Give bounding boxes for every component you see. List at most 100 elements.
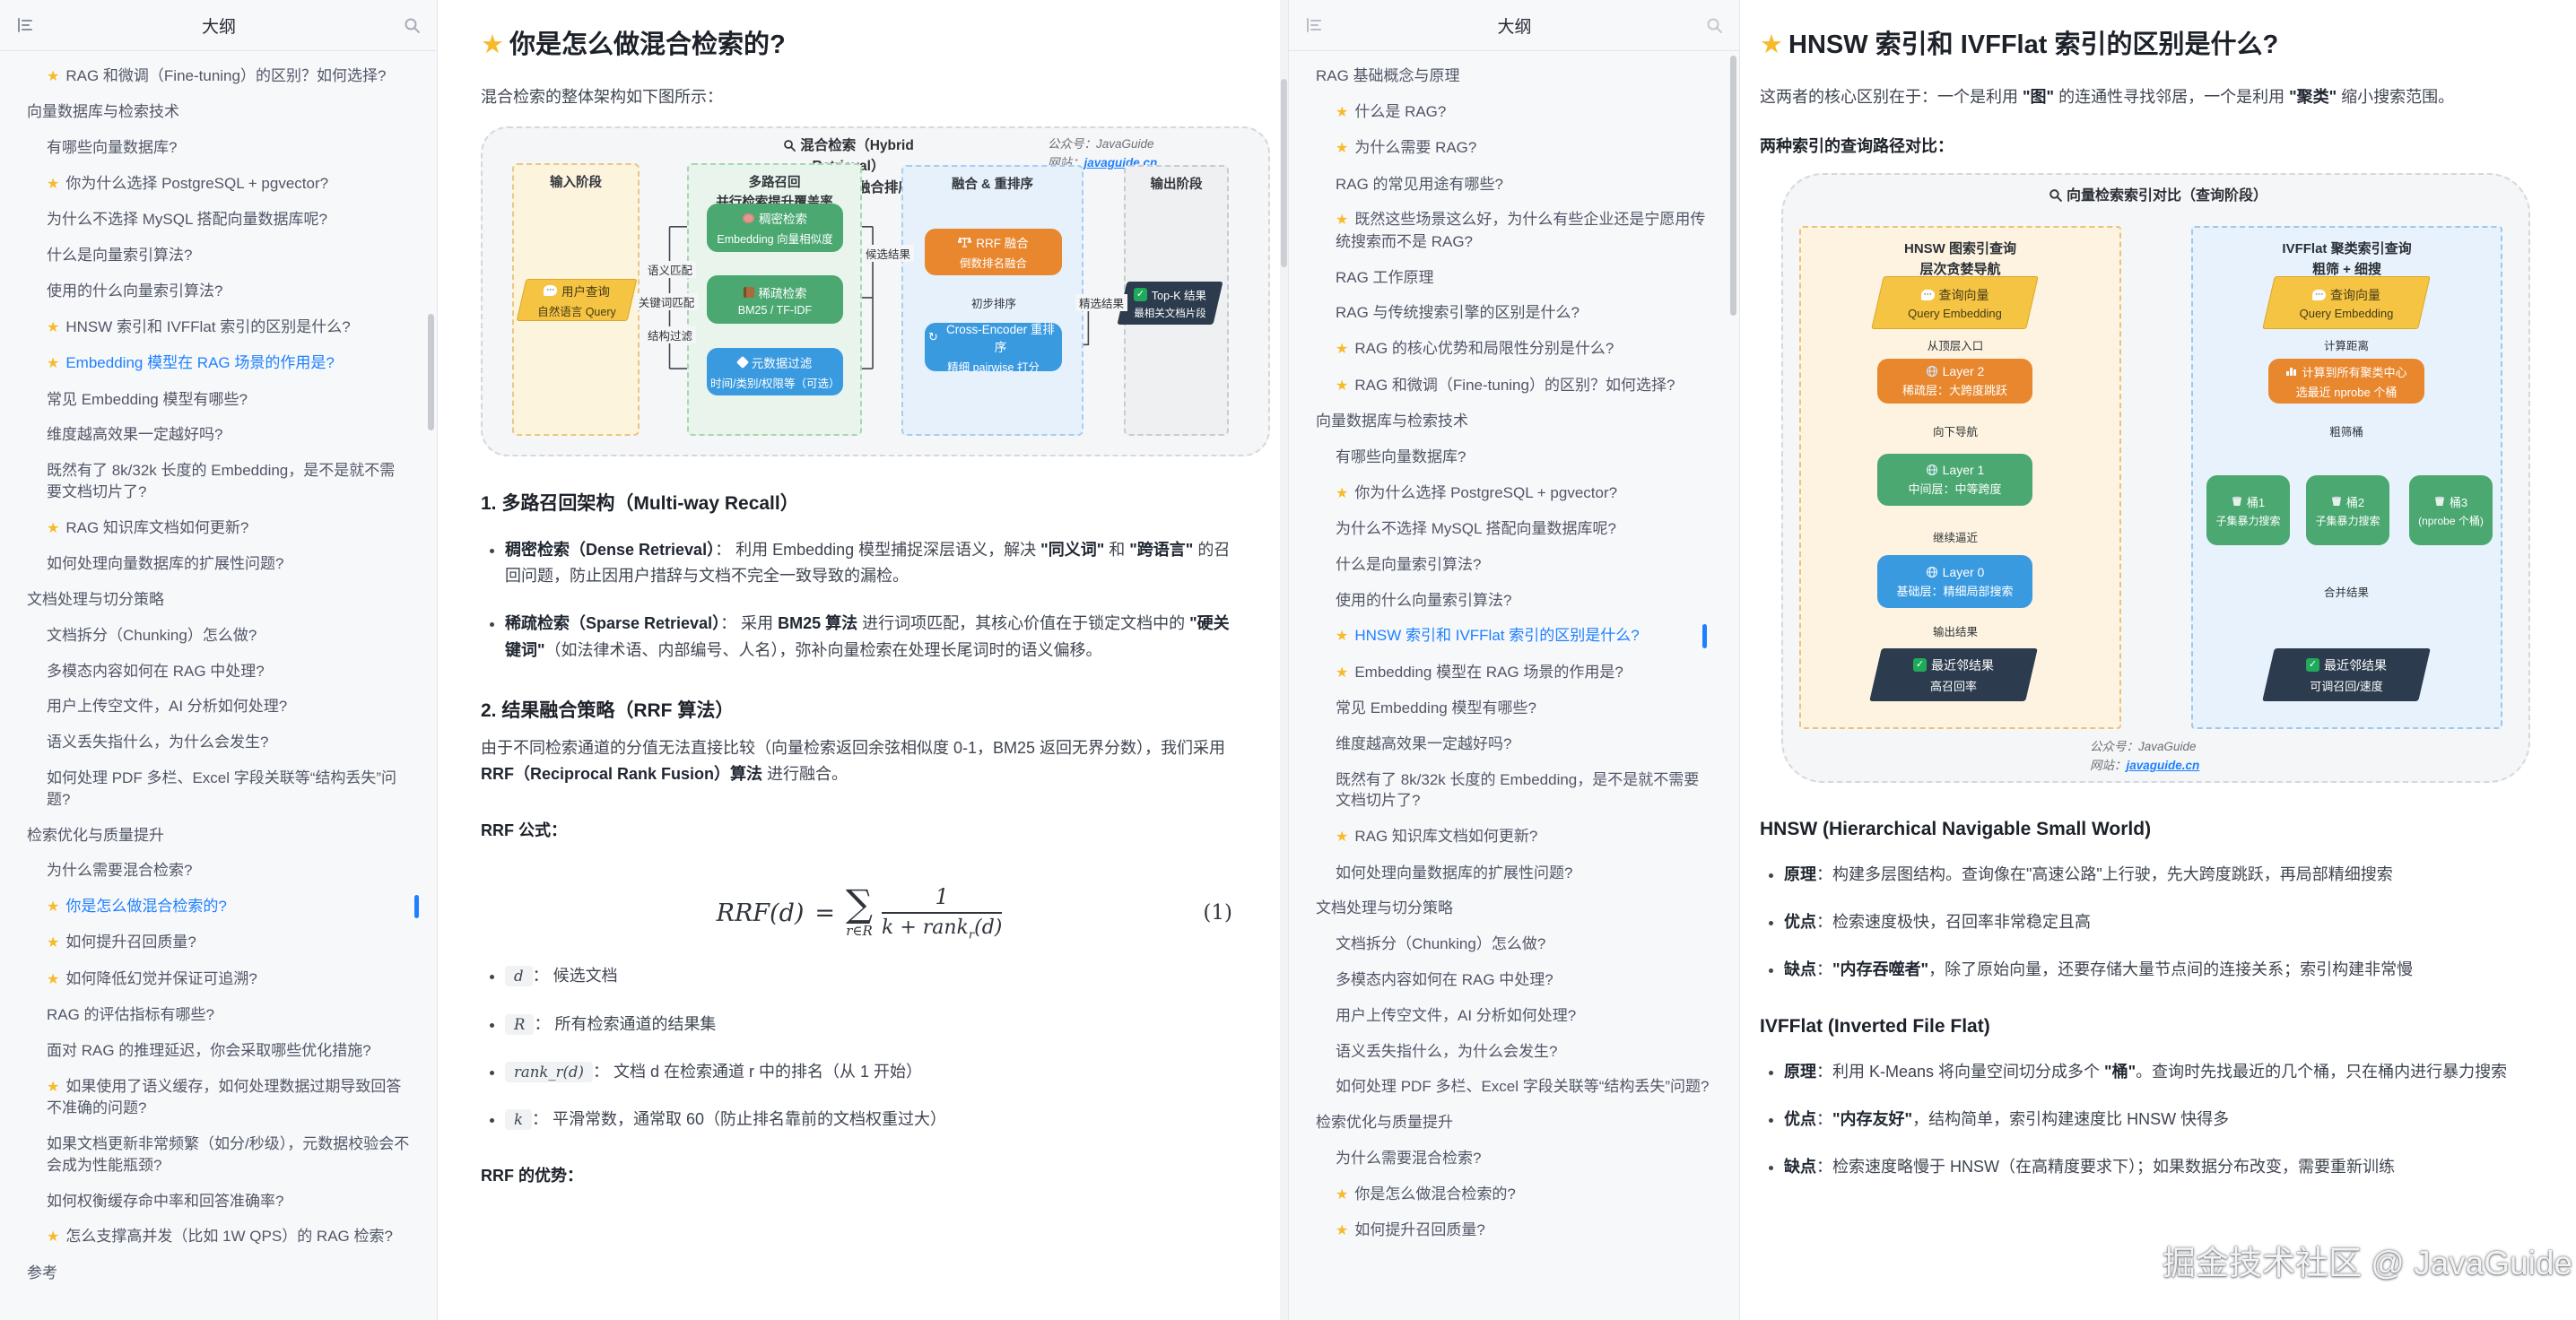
scrollbar-track[interactable] [1280,0,1288,1320]
outline-item[interactable]: RAG 与传统搜索引擎的区别是什么? [1289,295,1739,331]
outline-item[interactable]: RAG 的常见用途有哪些? [1289,167,1739,203]
outline-item[interactable]: ★RAG 的核心优势和局限性分别是什么? [1289,331,1739,367]
outline-item[interactable]: RAG 工作原理 [1289,260,1739,296]
outline-item[interactable]: ★什么是 RAG? [1289,94,1739,130]
outline-item[interactable]: 文档拆分（Chunking）怎么做? [0,618,437,654]
star-icon: ★ [1336,1187,1348,1203]
outline-item[interactable]: ★如何提升召回质量? [1289,1212,1739,1248]
outline-item-label: 为什么不选择 MySQL 搭配向量数据库呢? [47,211,327,228]
star-icon: ★ [47,177,59,192]
outline-item-label: 如何处理 PDF 多栏、Excel 字段关联等“结构丢失”问题? [1336,1078,1710,1095]
outline-item[interactable]: 如果文档更新非常频繁（如分/秒级），元数据校验会不会成为性能瓶颈? [0,1126,437,1184]
star-icon: ★ [47,935,59,951]
outline-item[interactable]: 既然有了 8k/32k 长度的 Embedding，是不是就不需要文档切片了? [0,453,437,510]
outline-item[interactable]: 向量数据库与检索技术 [0,94,437,130]
outline-item[interactable]: 使用的什么向量索引算法? [1289,583,1739,619]
list-item: 优点：检索速度极快，召回率非常稳定且高 [1784,909,2540,935]
outline-item[interactable]: 维度越高效果一定越好吗? [1289,726,1739,762]
node-hnsw-query: ⋯查询向量 Query Embedding [1877,276,2032,329]
outline-item[interactable]: 向量数据库与检索技术 [1289,404,1739,439]
outline-item-label: RAG 与传统搜索引擎的区别是什么? [1336,304,1580,321]
outline-item[interactable]: ★ 你为什么选择 PostgreSQL + pgvector? [0,166,437,202]
outline-item[interactable]: ★你为什么选择 PostgreSQL + pgvector? [1289,475,1739,511]
outline-item[interactable]: 文档处理与切分策略 [1289,890,1739,926]
scrollbar-thumb[interactable] [1730,56,1736,316]
recall-list: 稠密检索（Dense Retrieval）： 利用 Embedding 模型捕捉… [481,537,1238,664]
outline-icon[interactable] [16,17,34,33]
outline-item[interactable]: 维度越高效果一定越好吗? [0,417,437,453]
heading-hnsw: HNSW (Hierarchical Navigable Small World… [1760,819,2540,840]
chat-icon: ⋯ [544,285,557,296]
search-icon[interactable] [1706,17,1723,34]
outline-item[interactable]: 为什么不选择 MySQL 搭配向量数据库呢? [0,202,437,238]
node-bucket-2: 桶2 子集暴力搜索 [2306,475,2389,545]
outline-item[interactable]: 如何处理 PDF 多栏、Excel 字段关联等“结构丢失”问题? [0,760,437,818]
outline-item[interactable]: 为什么不选择 MySQL 搭配向量数据库呢? [1289,511,1739,547]
outline-item-label: 你为什么选择 PostgreSQL + pgvector? [65,175,328,192]
scrollbar-thumb[interactable] [428,314,434,430]
node-bucket-1: 桶1 子集暴力搜索 [2206,475,2290,545]
outline-item[interactable]: ★Embedding 模型在 RAG 场景的作用是? [1289,655,1739,690]
outline-item[interactable]: ★RAG 知识库文档如何更新? [0,510,437,546]
ledger-icon [744,287,754,298]
outline-item[interactable]: ★你是怎么做混合检索的? [0,889,437,925]
outline-item[interactable]: 常见 Embedding 模型有哪些? [0,382,437,418]
outline-item[interactable]: 使用的什么向量索引算法? [0,274,437,309]
outline-item[interactable]: 如何处理 PDF 多栏、Excel 字段关联等“结构丢失”问题? [1289,1069,1739,1105]
outline-item[interactable]: 什么是向量索引算法? [1289,547,1739,583]
outline-item[interactable]: ★怎么支撑高并发（比如 1W QPS）的 RAG 检索? [0,1219,437,1255]
outline-item[interactable]: 语义丢失指什么，为什么会发生? [0,725,437,760]
outline-item[interactable]: ★RAG 知识库文档如何更新? [1289,819,1739,855]
outline-item[interactable]: 既然有了 8k/32k 长度的 Embedding，是不是就不需要文档切片了? [1289,762,1739,820]
outline-icon[interactable] [1305,17,1323,33]
outline-item[interactable]: ★既然这些场景这么好，为什么有些企业还是宁愿用传统搜索而不是 RAG? [1289,202,1739,259]
outline-item[interactable]: 文档拆分（Chunking）怎么做? [1289,926,1739,962]
outline-item[interactable]: 为什么需要混合检索? [1289,1141,1739,1177]
outline-item-label: 检索优化与质量提升 [27,827,164,844]
outline-item[interactable]: 如何处理向量数据库的扩展性问题? [0,546,437,582]
outline-item[interactable]: ★如何降低幻觉并保证可追溯? [0,961,437,997]
list-item: k： 平滑常数，通常取 60（防止排名靠前的文档权重过大） [505,1107,1238,1133]
outline-item[interactable]: 有哪些向量数据库? [1289,439,1739,475]
outline-item[interactable]: 用户上传空文件，AI 分析如何处理? [0,689,437,725]
outline-item[interactable]: 如何权衡缓存命中率和回答准确率? [0,1184,437,1220]
outline-item-label: 既然有了 8k/32k 长度的 Embedding，是不是就不需要文档切片了? [1336,771,1699,810]
outline-item[interactable]: 多模态内容如何在 RAG 中处理? [1289,962,1739,998]
edge-label-coarse: 粗筛桶 [2326,422,2367,439]
outline-item[interactable]: 多模态内容如何在 RAG 中处理? [0,654,437,690]
outline-item[interactable]: 检索优化与质量提升 [0,818,437,854]
outline-item[interactable]: 什么是向量索引算法? [0,238,437,274]
outline-item[interactable]: RAG 的评估指标有哪些? [0,997,437,1033]
outline-item-label: 参考 [27,1264,57,1281]
star-icon: ★ [1760,30,1783,59]
outline-item[interactable]: 有哪些向量数据库? [0,130,437,166]
fusion-paragraph: 由于不同检索通道的分值无法直接比较（向量检索返回余弦相似度 0-1，BM25 返… [481,735,1238,787]
figure-title: 向量检索索引对比（查询阶段） [1997,186,2319,207]
outline-item[interactable]: ★如果使用了语义缓存，如何处理数据过期导致回答不准确的问题? [0,1069,437,1126]
outline-item[interactable]: 用户上传空文件，AI 分析如何处理? [1289,998,1739,1034]
outline-item[interactable]: 为什么需要混合检索? [0,853,437,889]
outline-item[interactable]: 常见 Embedding 模型有哪些? [1289,690,1739,726]
outline-item[interactable]: 如何处理向量数据库的扩展性问题? [1289,855,1739,891]
outline-item[interactable]: ★HNSW 索引和 IVFFlat 索引的区别是什么? [1289,618,1739,654]
outline-item[interactable]: ★你是怎么做混合检索的? [1289,1177,1739,1212]
outline-item[interactable]: ★Embedding 模型在 RAG 场景的作用是? [0,345,437,381]
outline-item[interactable]: 面对 RAG 的推理延迟，你会采取哪些优化措施? [0,1033,437,1069]
star-icon: ★ [481,30,504,59]
outline-item[interactable]: 语义丢失指什么，为什么会发生? [1289,1034,1739,1070]
outline-item[interactable]: 参考 [0,1255,437,1291]
scrollbar-thumb[interactable] [1281,79,1287,267]
outline-item-label: 向量数据库与检索技术 [1316,412,1468,430]
outline-item[interactable]: 文档处理与切分策略 [0,582,437,618]
outline-item[interactable]: 检索优化与质量提升 [1289,1105,1739,1141]
compare-label: 两种索引的查询路径对比： [1760,134,2540,157]
outline-item[interactable]: ★为什么需要 RAG? [1289,130,1739,166]
outline-item[interactable]: RAG 基础概念与原理 [1289,58,1739,94]
outline-item[interactable]: ★RAG 和微调（Fine-tuning）的区别？如何选择? [0,58,437,94]
outline-item[interactable]: ★如何提升召回质量? [0,925,437,960]
outline-item[interactable]: ★HNSW 索引和 IVFFlat 索引的区别是什么? [0,309,437,345]
javaguide-link[interactable]: javaguide.cn [2127,759,2200,772]
outline-item-label: RAG 基础概念与原理 [1316,67,1460,84]
outline-item[interactable]: ★RAG 和微调（Fine-tuning）的区别？如何选择? [1289,368,1739,404]
search-icon[interactable] [404,17,421,34]
